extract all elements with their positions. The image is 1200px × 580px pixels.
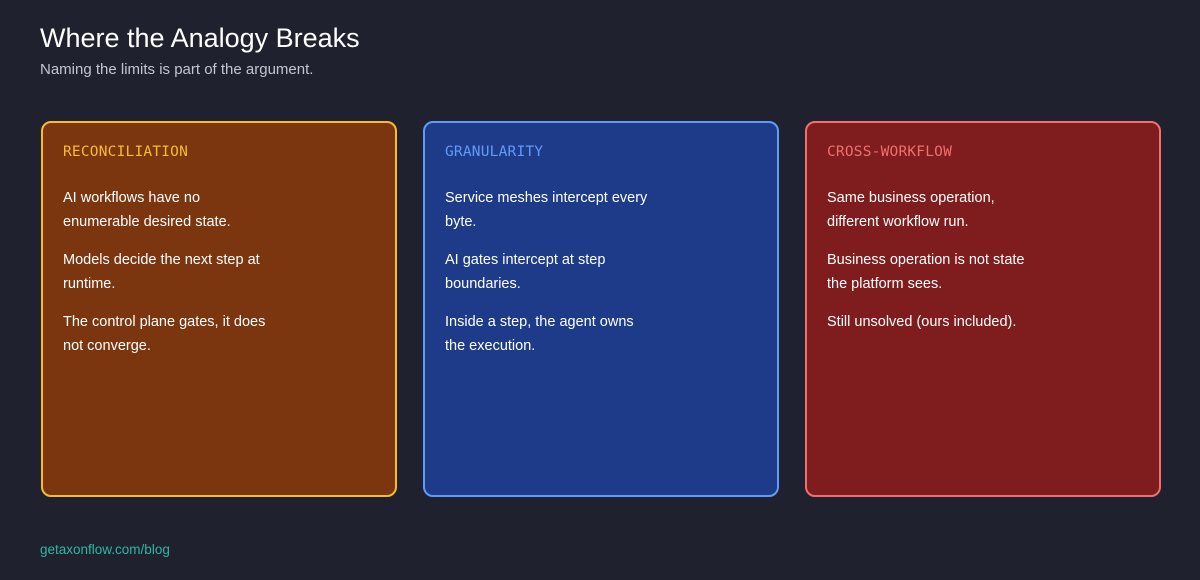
- footer-link[interactable]: getaxonflow.com/blog: [40, 541, 170, 559]
- card-paragraph: Service meshes intercept every byte.: [445, 190, 648, 230]
- card-paragraph: Same business operation, different workf…: [827, 190, 995, 230]
- card-paragraph: AI gates intercept at step boundaries.: [445, 252, 606, 292]
- page-title: Where the Analogy Breaks: [40, 23, 360, 53]
- card-paragraph: AI workflows have no enumerable desired …: [63, 190, 231, 230]
- card-reconciliation: RECONCILIATION AI workflows have no enum…: [41, 121, 397, 497]
- card-paragraph: Inside a step, the agent owns the execut…: [445, 314, 634, 354]
- card-paragraph: Models decide the next step at runtime.: [63, 252, 260, 292]
- card-paragraph: The control plane gates, it does not con…: [63, 314, 266, 354]
- page-subtitle: Naming the limits is part of the argumen…: [40, 61, 314, 78]
- card-heading: GRANULARITY: [445, 144, 544, 160]
- card-heading: RECONCILIATION: [63, 144, 189, 160]
- card-heading: CROSS-WORKFLOW: [827, 144, 953, 160]
- card-paragraph: Business operation is not state the plat…: [827, 252, 1025, 292]
- card-cross-workflow: CROSS-WORKFLOW Same business operation, …: [805, 121, 1161, 497]
- card-granularity: GRANULARITY Service meshes intercept eve…: [423, 121, 779, 497]
- card-paragraph: Still unsolved (ours included).: [827, 314, 1017, 330]
